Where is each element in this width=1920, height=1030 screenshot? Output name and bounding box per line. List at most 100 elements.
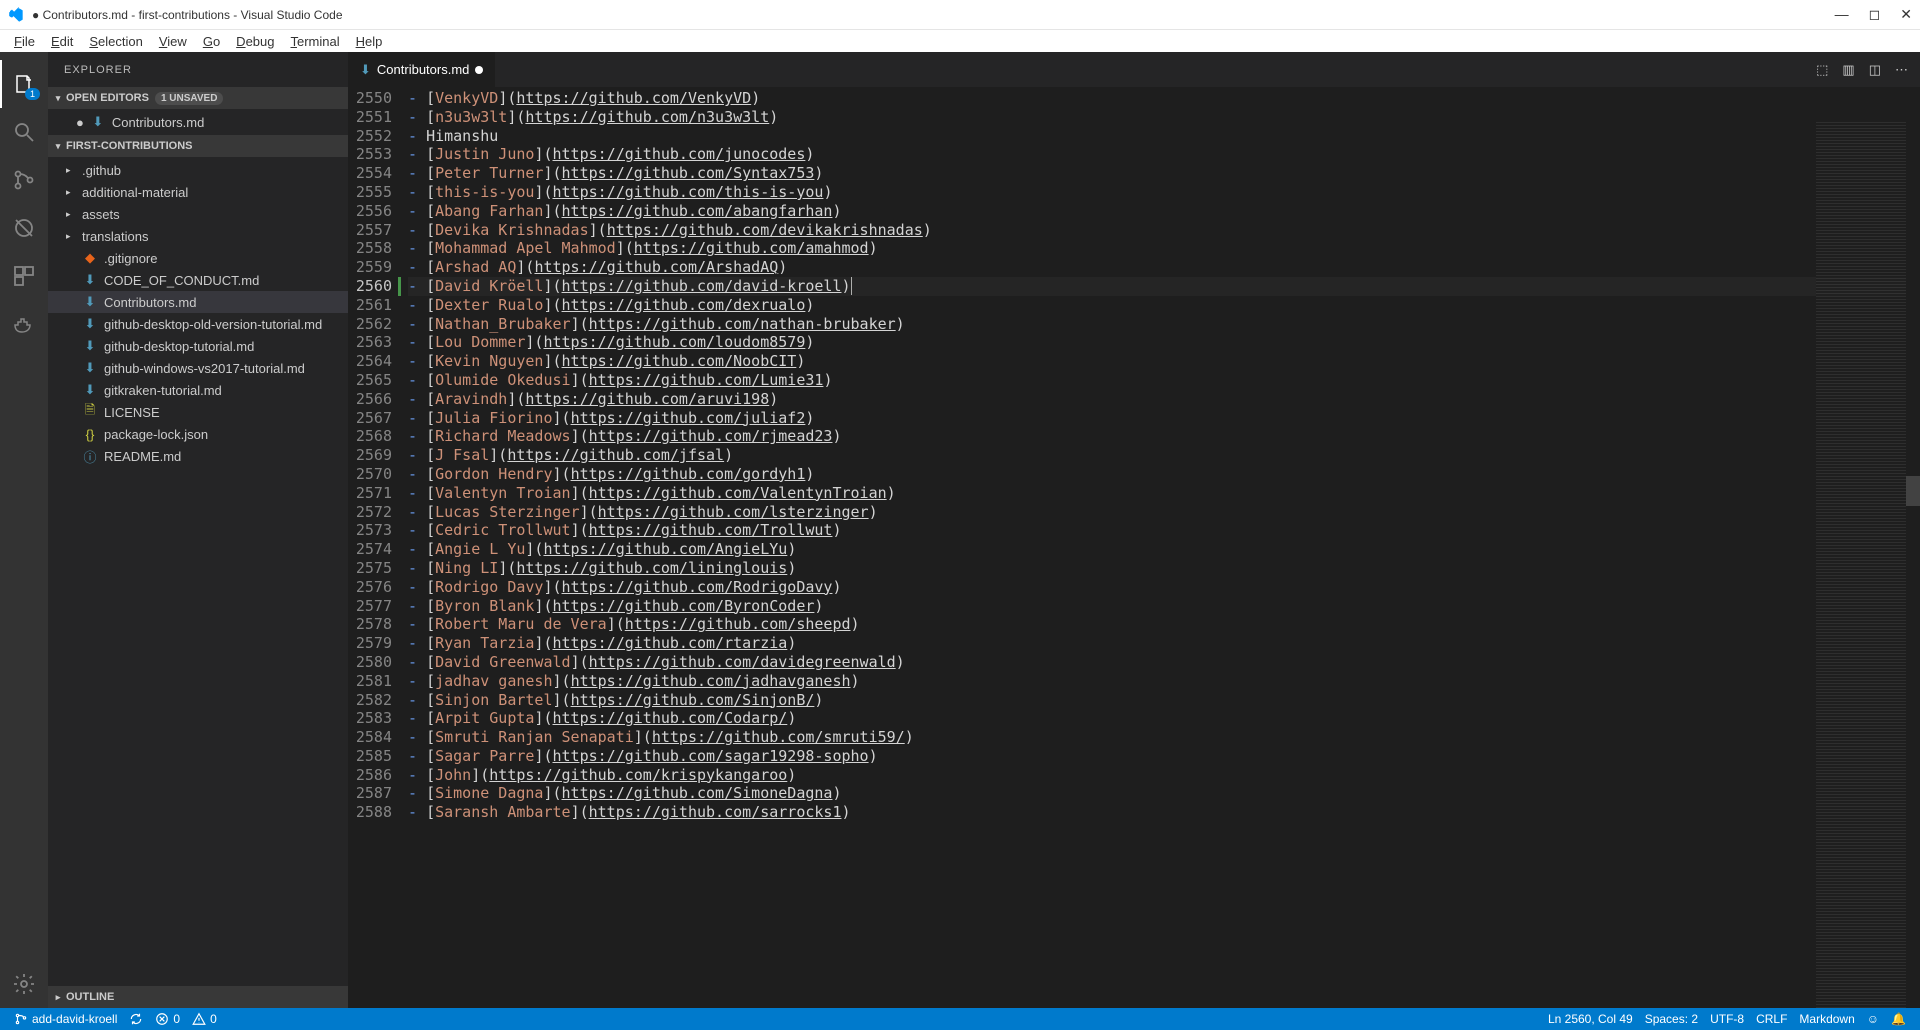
spaces-status[interactable]: Spaces: 2 bbox=[1639, 1012, 1704, 1026]
outline-header[interactable]: ▸ OUTLINE bbox=[48, 986, 348, 1008]
code-line[interactable]: - [Richard Meadows](https://github.com/r… bbox=[408, 427, 1920, 446]
code-line[interactable]: - [David Greenwald](https://github.com/d… bbox=[408, 653, 1920, 672]
minimap[interactable] bbox=[1816, 122, 1906, 1008]
menu-debug[interactable]: Debug bbox=[228, 34, 282, 49]
notifications-icon[interactable]: 🔔 bbox=[1885, 1012, 1912, 1026]
code-line[interactable]: - [Devika Krishnadas](https://github.com… bbox=[408, 221, 1920, 240]
code-line[interactable]: - [Rodrigo Davy](https://github.com/Rodr… bbox=[408, 578, 1920, 597]
item-label: gitkraken-tutorial.md bbox=[104, 383, 222, 398]
explorer-activity[interactable]: 1 bbox=[0, 60, 48, 108]
code-line[interactable]: - [David Kröell](https://github.com/davi… bbox=[408, 277, 1920, 296]
code-line[interactable]: - [jadhav ganesh](https://github.com/jad… bbox=[408, 672, 1920, 691]
file-item[interactable]: 🗎LICENSE bbox=[48, 401, 348, 423]
open-editors-header[interactable]: ▾ OPEN EDITORS 1 UNSAVED bbox=[48, 87, 348, 109]
menu-terminal[interactable]: Terminal bbox=[282, 34, 347, 49]
code-line[interactable]: - [Ning LI](https://github.com/lininglou… bbox=[408, 559, 1920, 578]
code-line[interactable]: - [Olumide Okedusi](https://github.com/L… bbox=[408, 371, 1920, 390]
code-line[interactable]: - [Saransh Ambarte](https://github.com/s… bbox=[408, 803, 1920, 822]
language-status[interactable]: Markdown bbox=[1793, 1012, 1860, 1026]
code-line[interactable]: - [John](https://github.com/krispykangar… bbox=[408, 766, 1920, 785]
menu-selection[interactable]: Selection bbox=[81, 34, 150, 49]
folder-item[interactable]: ▸additional-material bbox=[48, 181, 348, 203]
code-line[interactable]: - [Abang Farhan](https://github.com/aban… bbox=[408, 202, 1920, 221]
editor-tab[interactable]: ⬇Contributors.md bbox=[348, 52, 496, 87]
debug-activity[interactable] bbox=[0, 204, 48, 252]
code-editor[interactable]: 2550255125522553255425552556255725582559… bbox=[348, 87, 1920, 1008]
menu-edit[interactable]: Edit bbox=[43, 34, 81, 49]
line-number: 2557 bbox=[348, 221, 392, 240]
code-line[interactable]: - [Mohammad Apel Mahmod](https://github.… bbox=[408, 239, 1920, 258]
split-editor-icon[interactable]: ◫ bbox=[1869, 62, 1881, 78]
code-line[interactable]: - [Aravindh](https://github.com/aruvi198… bbox=[408, 390, 1920, 409]
branch-status[interactable]: add-david-kroell bbox=[8, 1012, 123, 1026]
code-line[interactable]: - Himanshu bbox=[408, 127, 1920, 146]
file-item[interactable]: ⬇gitkraken-tutorial.md bbox=[48, 379, 348, 401]
menu-help[interactable]: Help bbox=[348, 34, 391, 49]
code-line[interactable]: - [Peter Turner](https://github.com/Synt… bbox=[408, 164, 1920, 183]
code-line[interactable]: - [Ryan Tarzia](https://github.com/rtarz… bbox=[408, 634, 1920, 653]
file-item[interactable]: {}package-lock.json bbox=[48, 423, 348, 445]
menu-go[interactable]: Go bbox=[195, 34, 228, 49]
sync-status[interactable] bbox=[123, 1012, 149, 1026]
menu-file[interactable]: File bbox=[6, 34, 43, 49]
file-item[interactable]: ⬇github-windows-vs2017-tutorial.md bbox=[48, 357, 348, 379]
item-label: github-windows-vs2017-tutorial.md bbox=[104, 361, 305, 376]
minimize-button[interactable]: — bbox=[1835, 6, 1849, 23]
code-line[interactable]: - [Arshad AQ](https://github.com/ArshadA… bbox=[408, 258, 1920, 277]
line-number: 2551 bbox=[348, 108, 392, 127]
warnings-status[interactable]: 0 bbox=[186, 1012, 223, 1026]
menu-view[interactable]: View bbox=[151, 34, 195, 49]
folder-item[interactable]: ▸translations bbox=[48, 225, 348, 247]
scm-activity[interactable] bbox=[0, 156, 48, 204]
file-item[interactable]: ⬇Contributors.md bbox=[48, 291, 348, 313]
code-line[interactable]: - [Robert Maru de Vera](https://github.c… bbox=[408, 615, 1920, 634]
close-button[interactable]: ✕ bbox=[1900, 6, 1912, 23]
eol-status[interactable]: CRLF bbox=[1750, 1012, 1793, 1026]
folder-header[interactable]: ▾ FIRST-CONTRIBUTIONS bbox=[48, 135, 348, 157]
file-item[interactable]: ⓘREADME.md bbox=[48, 445, 348, 467]
settings-activity[interactable] bbox=[0, 960, 48, 1008]
docker-activity[interactable] bbox=[0, 300, 48, 348]
file-item[interactable]: ⬇CODE_OF_CONDUCT.md bbox=[48, 269, 348, 291]
code-line[interactable]: - [n3u3w3lt](https://github.com/n3u3w3lt… bbox=[408, 108, 1920, 127]
compare-icon[interactable]: ⬚ bbox=[1816, 62, 1828, 78]
code-line[interactable]: - [Smruti Ranjan Senapati](https://githu… bbox=[408, 728, 1920, 747]
code-line[interactable]: - [Sinjon Bartel](https://github.com/Sin… bbox=[408, 691, 1920, 710]
code-line[interactable]: - [Arpit Gupta](https://github.com/Codar… bbox=[408, 709, 1920, 728]
code-line[interactable]: - [Lou Dommer](https://github.com/loudom… bbox=[408, 333, 1920, 352]
code-line[interactable]: - [Angie L Yu](https://github.com/AngieL… bbox=[408, 540, 1920, 559]
code-line[interactable]: - [this-is-you](https://github.com/this-… bbox=[408, 183, 1920, 202]
vertical-scrollbar[interactable] bbox=[1906, 122, 1920, 1008]
code-line[interactable]: - [Lucas Sterzinger](https://github.com/… bbox=[408, 503, 1920, 522]
line-number: 2578 bbox=[348, 615, 392, 634]
extensions-activity[interactable] bbox=[0, 252, 48, 300]
more-icon[interactable]: ⋯ bbox=[1895, 62, 1908, 78]
preview-icon[interactable]: ▥ bbox=[1842, 62, 1854, 78]
file-item[interactable]: ⬇github-desktop-old-version-tutorial.md bbox=[48, 313, 348, 335]
code-line[interactable]: - [Simone Dagna](https://github.com/Simo… bbox=[408, 784, 1920, 803]
search-activity[interactable] bbox=[0, 108, 48, 156]
code-line[interactable]: - [Dexter Rualo](https://github.com/dexr… bbox=[408, 296, 1920, 315]
code-line[interactable]: - [Julia Fiorino](https://github.com/jul… bbox=[408, 409, 1920, 428]
code-line[interactable]: - [Byron Blank](https://github.com/Byron… bbox=[408, 597, 1920, 616]
open-editor-item[interactable]: ●⬇Contributors.md bbox=[48, 111, 348, 133]
line-col-status[interactable]: Ln 2560, Col 49 bbox=[1542, 1012, 1639, 1026]
code-line[interactable]: - [Justin Juno](https://github.com/junoc… bbox=[408, 145, 1920, 164]
maximize-button[interactable]: ◻ bbox=[1869, 6, 1881, 23]
code-line[interactable]: - [Sagar Parre](https://github.com/sagar… bbox=[408, 747, 1920, 766]
code-line[interactable]: - [Nathan_Brubaker](https://github.com/n… bbox=[408, 315, 1920, 334]
file-item[interactable]: ◆.gitignore bbox=[48, 247, 348, 269]
code-line[interactable]: - [Kevin Nguyen](https://github.com/Noob… bbox=[408, 352, 1920, 371]
code-line[interactable]: - [Gordon Hendry](https://github.com/gor… bbox=[408, 465, 1920, 484]
errors-status[interactable]: 0 bbox=[149, 1012, 186, 1026]
file-item[interactable]: ⬇github-desktop-tutorial.md bbox=[48, 335, 348, 357]
feedback-icon[interactable]: ☺ bbox=[1861, 1012, 1885, 1026]
folder-item[interactable]: ▸assets bbox=[48, 203, 348, 225]
folder-item[interactable]: ▸.github bbox=[48, 159, 348, 181]
code-line[interactable]: - [J Fsal](https://github.com/jfsal) bbox=[408, 446, 1920, 465]
scrollbar-thumb[interactable] bbox=[1906, 476, 1920, 506]
code-line[interactable]: - [Valentyn Troian](https://github.com/V… bbox=[408, 484, 1920, 503]
encoding-status[interactable]: UTF-8 bbox=[1704, 1012, 1750, 1026]
code-line[interactable]: - [VenkyVD](https://github.com/VenkyVD) bbox=[408, 89, 1920, 108]
code-line[interactable]: - [Cedric Trollwut](https://github.com/T… bbox=[408, 521, 1920, 540]
